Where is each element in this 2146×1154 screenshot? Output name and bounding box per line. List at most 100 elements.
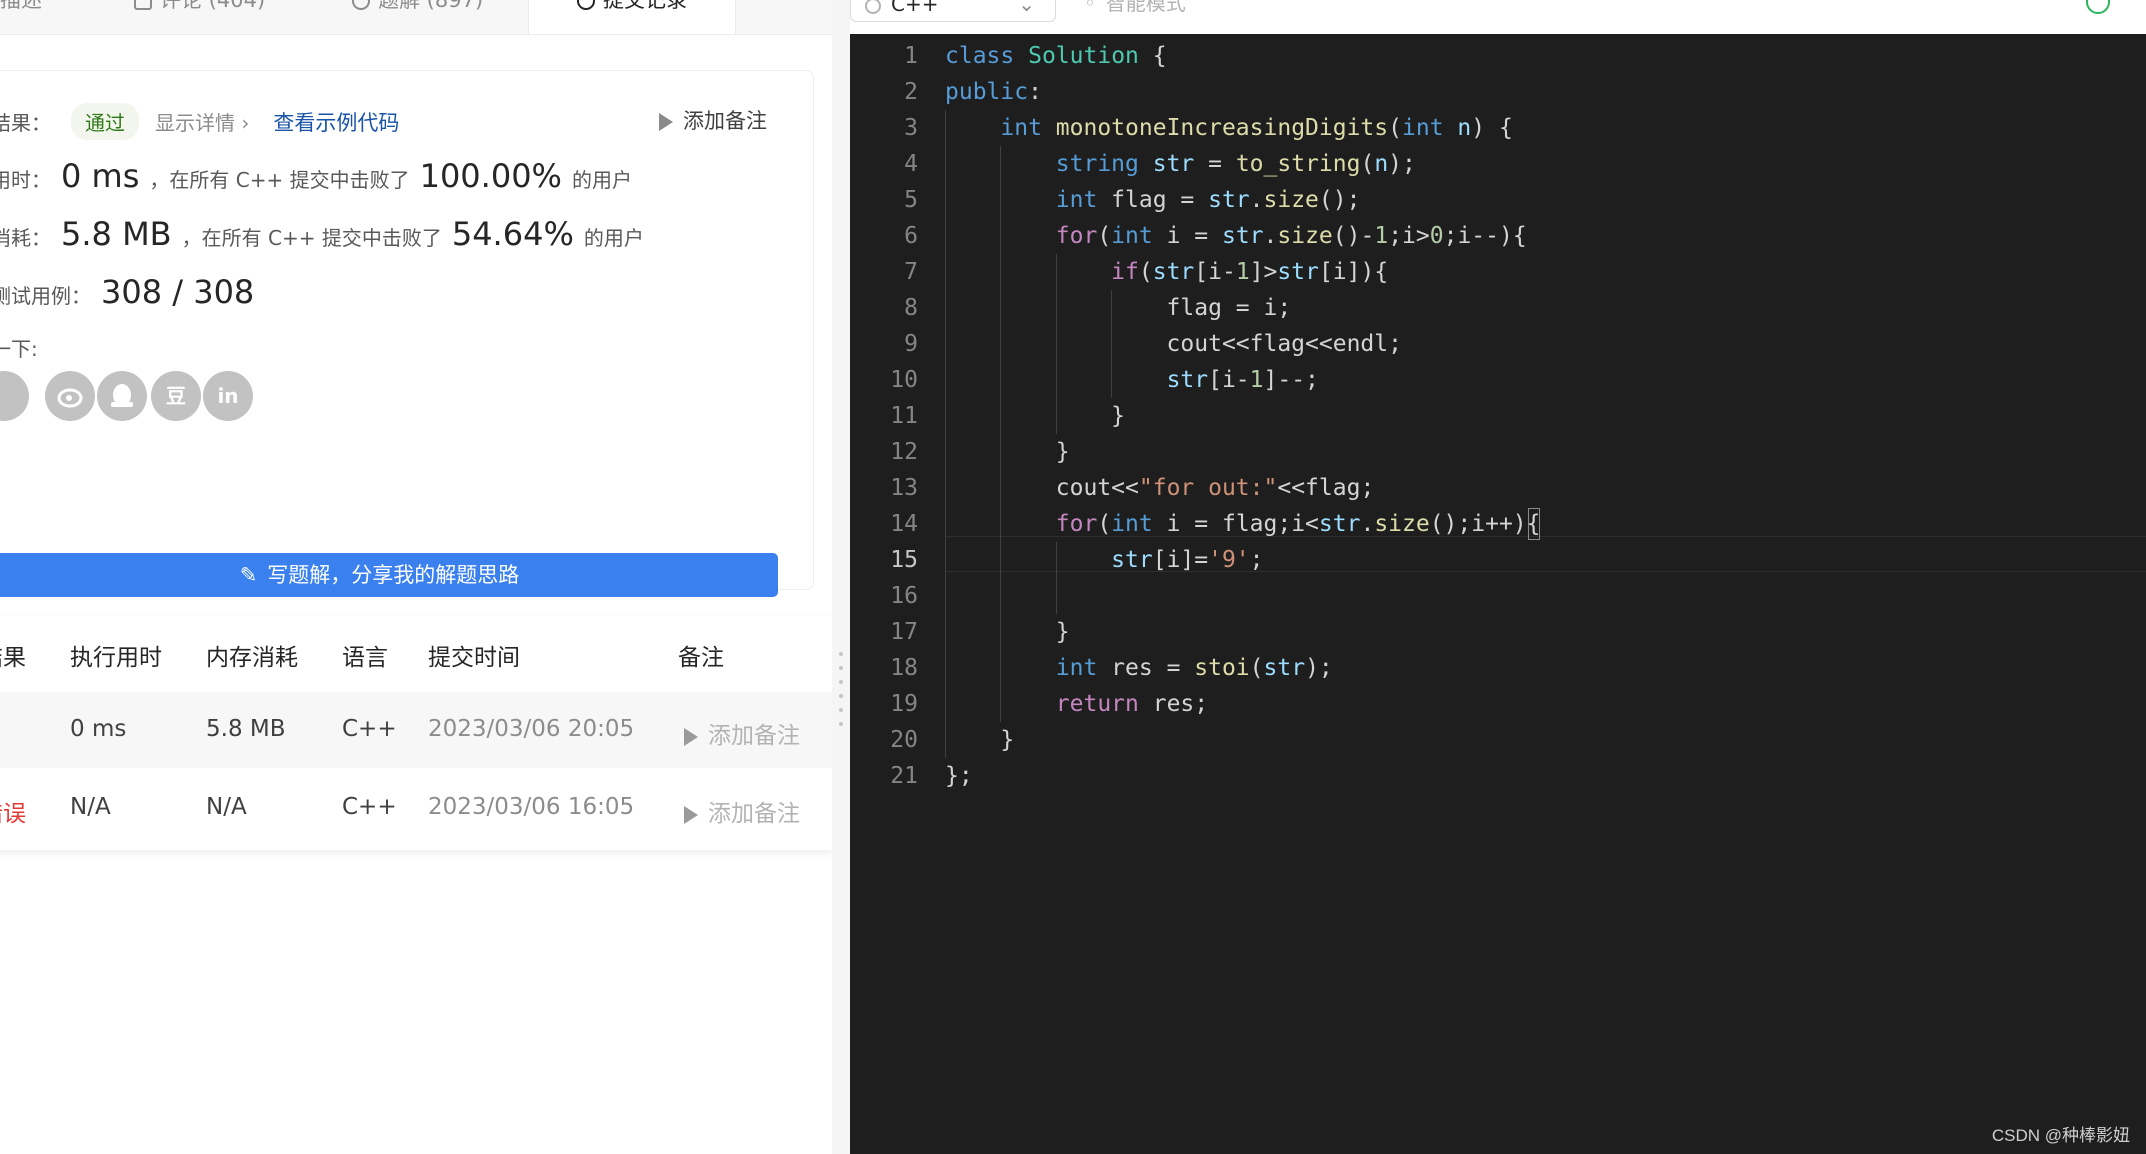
code-line[interactable]: flag = i; — [945, 290, 1292, 326]
code-line[interactable]: } — [945, 434, 1070, 470]
code-line[interactable]: str[i-1]--; — [945, 362, 1319, 398]
line-number: 2 — [904, 79, 918, 105]
settings-icon — [865, 0, 881, 14]
header-memory: 内存消耗 — [206, 645, 298, 671]
bulb-icon: ◦ — [1084, 0, 1096, 15]
add-note-label: 添加备注 — [683, 109, 767, 133]
tab-submissions[interactable]: 提交记录 — [528, 0, 736, 34]
line-number: 15 — [890, 547, 918, 573]
wechat-icon[interactable] — [0, 371, 29, 421]
tab-label: 题解 (897) — [378, 0, 484, 12]
linkedin-glyph: in — [217, 384, 239, 408]
code-editor[interactable]: 1 2 3 4 5 6 7 8 9 10 11 12 13 14 15 16 17 18 19 20 21 class … — [850, 34, 2146, 1154]
view-example-code-link[interactable]: 查看示例代码 — [273, 111, 399, 135]
flag-icon — [684, 805, 698, 824]
write-solution-button[interactable]: ✎ 写题解，分享我的解题思路 — [0, 553, 778, 597]
code-line[interactable]: return res; — [945, 686, 1208, 722]
douban-glyph: 豆 — [166, 384, 186, 408]
code-line[interactable]: for(int i = str.size()-1;i>0;i--){ — [945, 218, 1527, 254]
line-number: 13 — [890, 475, 918, 501]
line-number: 4 — [904, 151, 918, 177]
header-submit-time: 提交时间 — [428, 645, 520, 671]
tab-solutions[interactable]: 题解 (897) — [352, 0, 483, 34]
chevron-down-icon: ⌄ — [1018, 0, 1035, 16]
code-line[interactable]: }; — [945, 758, 973, 794]
header-language: 语言 — [342, 645, 388, 671]
code-line[interactable]: } — [945, 614, 1070, 650]
weibo-svg — [57, 388, 83, 408]
bracket-match-highlight — [1527, 508, 1540, 540]
grip-dot — [839, 652, 843, 656]
line-number: 3 — [904, 115, 918, 141]
row-status: 错误 — [0, 801, 26, 827]
row-add-note-button[interactable]: 添加备注 — [684, 716, 800, 750]
show-details-link[interactable]: 显示详情 › — [155, 111, 249, 135]
linkedin-icon[interactable]: in — [203, 371, 253, 421]
tab-comments[interactable]: 评论 (404) — [134, 0, 265, 34]
result-label: 结果： — [0, 111, 51, 135]
header-result: 结果 — [0, 645, 26, 671]
line-number: 7 — [904, 259, 918, 285]
row-add-note-button[interactable]: 添加备注 — [684, 794, 800, 828]
editor-toolbar: C++ ⌄ ◦ 智能模式 — [850, 0, 2146, 34]
users-suffix: 的用户 — [583, 226, 644, 250]
row-submit-time: 2023/03/06 16:05 — [428, 794, 635, 820]
add-note-button[interactable]: 添加备注 — [659, 105, 767, 135]
line-number: 17 — [890, 619, 918, 645]
smart-mode-toggle[interactable]: ◦ 智能模式 — [1084, 0, 1186, 22]
submission-panel: 描述 评论 (404) 题解 (897) 提交记录 结果： 通过 显示详情 › 查看示… — [0, 0, 832, 1154]
line-number: 9 — [904, 331, 918, 357]
code-line[interactable]: string str = to_string(n); — [945, 146, 1416, 182]
code-line[interactable]: public: — [945, 74, 1042, 110]
memory-value: 5.8 MB — [61, 215, 172, 253]
line-number: 18 — [890, 655, 918, 681]
grip-dot — [839, 666, 843, 670]
panel-resize-handle[interactable] — [832, 0, 850, 1154]
row-runtime: 0 ms — [70, 716, 127, 742]
runtime-desc: ，在所有 C++ 提交中击败了 — [149, 168, 410, 192]
table-row[interactable]: 错误 N/A N/A C++ 2023/03/06 16:05 添加备注 — [0, 770, 832, 846]
memory-desc: ，在所有 C++ 提交中击败了 — [181, 226, 442, 250]
line-number: 19 — [890, 691, 918, 717]
line-number: 16 — [890, 583, 918, 609]
tab-label: 评论 (404) — [160, 0, 266, 12]
row-note-label: 添加备注 — [708, 723, 800, 749]
tab-description[interactable]: 描述 — [0, 0, 42, 34]
code-line[interactable]: int monotoneIncreasingDigits(int n) { — [945, 110, 1512, 146]
line-number: 1 — [904, 43, 918, 69]
table-row[interactable]: 0 ms 5.8 MB C++ 2023/03/06 20:05 添加备注 — [0, 692, 832, 768]
header-runtime: 执行用时 — [70, 645, 162, 671]
code-line[interactable]: int flag = str.size(); — [945, 182, 1361, 218]
code-line[interactable]: str[i]='9'; — [945, 542, 1263, 578]
testcases-row: 测试用例： 308 / 308 — [0, 273, 264, 311]
code-line[interactable]: if(str[i-1]>str[i]){ — [945, 254, 1388, 290]
status-badge: 通过 — [71, 103, 139, 140]
row-language: C++ — [342, 794, 397, 820]
code-line[interactable]: cout<<"for out:"<<flag; — [945, 470, 1375, 506]
code-line[interactable]: } — [945, 398, 1125, 434]
result-row: 结果： 通过 显示详情 › 查看示例代码 — [0, 103, 399, 140]
douban-icon[interactable]: 豆 — [151, 371, 201, 421]
weibo-icon[interactable] — [45, 371, 95, 421]
line-number: 11 — [890, 403, 918, 429]
memory-percent: 54.64% — [451, 215, 574, 253]
code-line[interactable]: class Solution { — [945, 38, 1167, 74]
code-line[interactable]: } — [945, 722, 1014, 758]
flag-icon — [684, 727, 698, 746]
share-row: 一下: — [0, 333, 38, 362]
language-select[interactable]: C++ ⌄ — [850, 0, 1056, 22]
code-line[interactable]: int res = stoi(str); — [945, 650, 1333, 686]
watermark: CSDN @种棒影妞 — [1991, 1126, 2130, 1145]
grip-dot — [839, 694, 843, 698]
run-status-icon[interactable] — [2086, 0, 2110, 14]
row-note-label: 添加备注 — [708, 801, 800, 827]
testcases-label: 测试用例： — [0, 284, 91, 308]
grip-dot — [839, 680, 843, 684]
line-number: 6 — [904, 223, 918, 249]
share-label: 一下: — [0, 337, 38, 361]
qq-icon[interactable] — [97, 371, 147, 421]
line-number: 20 — [890, 727, 918, 753]
code-line[interactable]: for(int i = flag;i<str.size();i++){ — [945, 506, 1541, 542]
code-line[interactable]: cout<<flag<<endl; — [945, 326, 1402, 362]
submissions-table: 结果 执行用时 内存消耗 语言 提交时间 备注 0 ms 5.8 MB C++ … — [0, 616, 832, 850]
